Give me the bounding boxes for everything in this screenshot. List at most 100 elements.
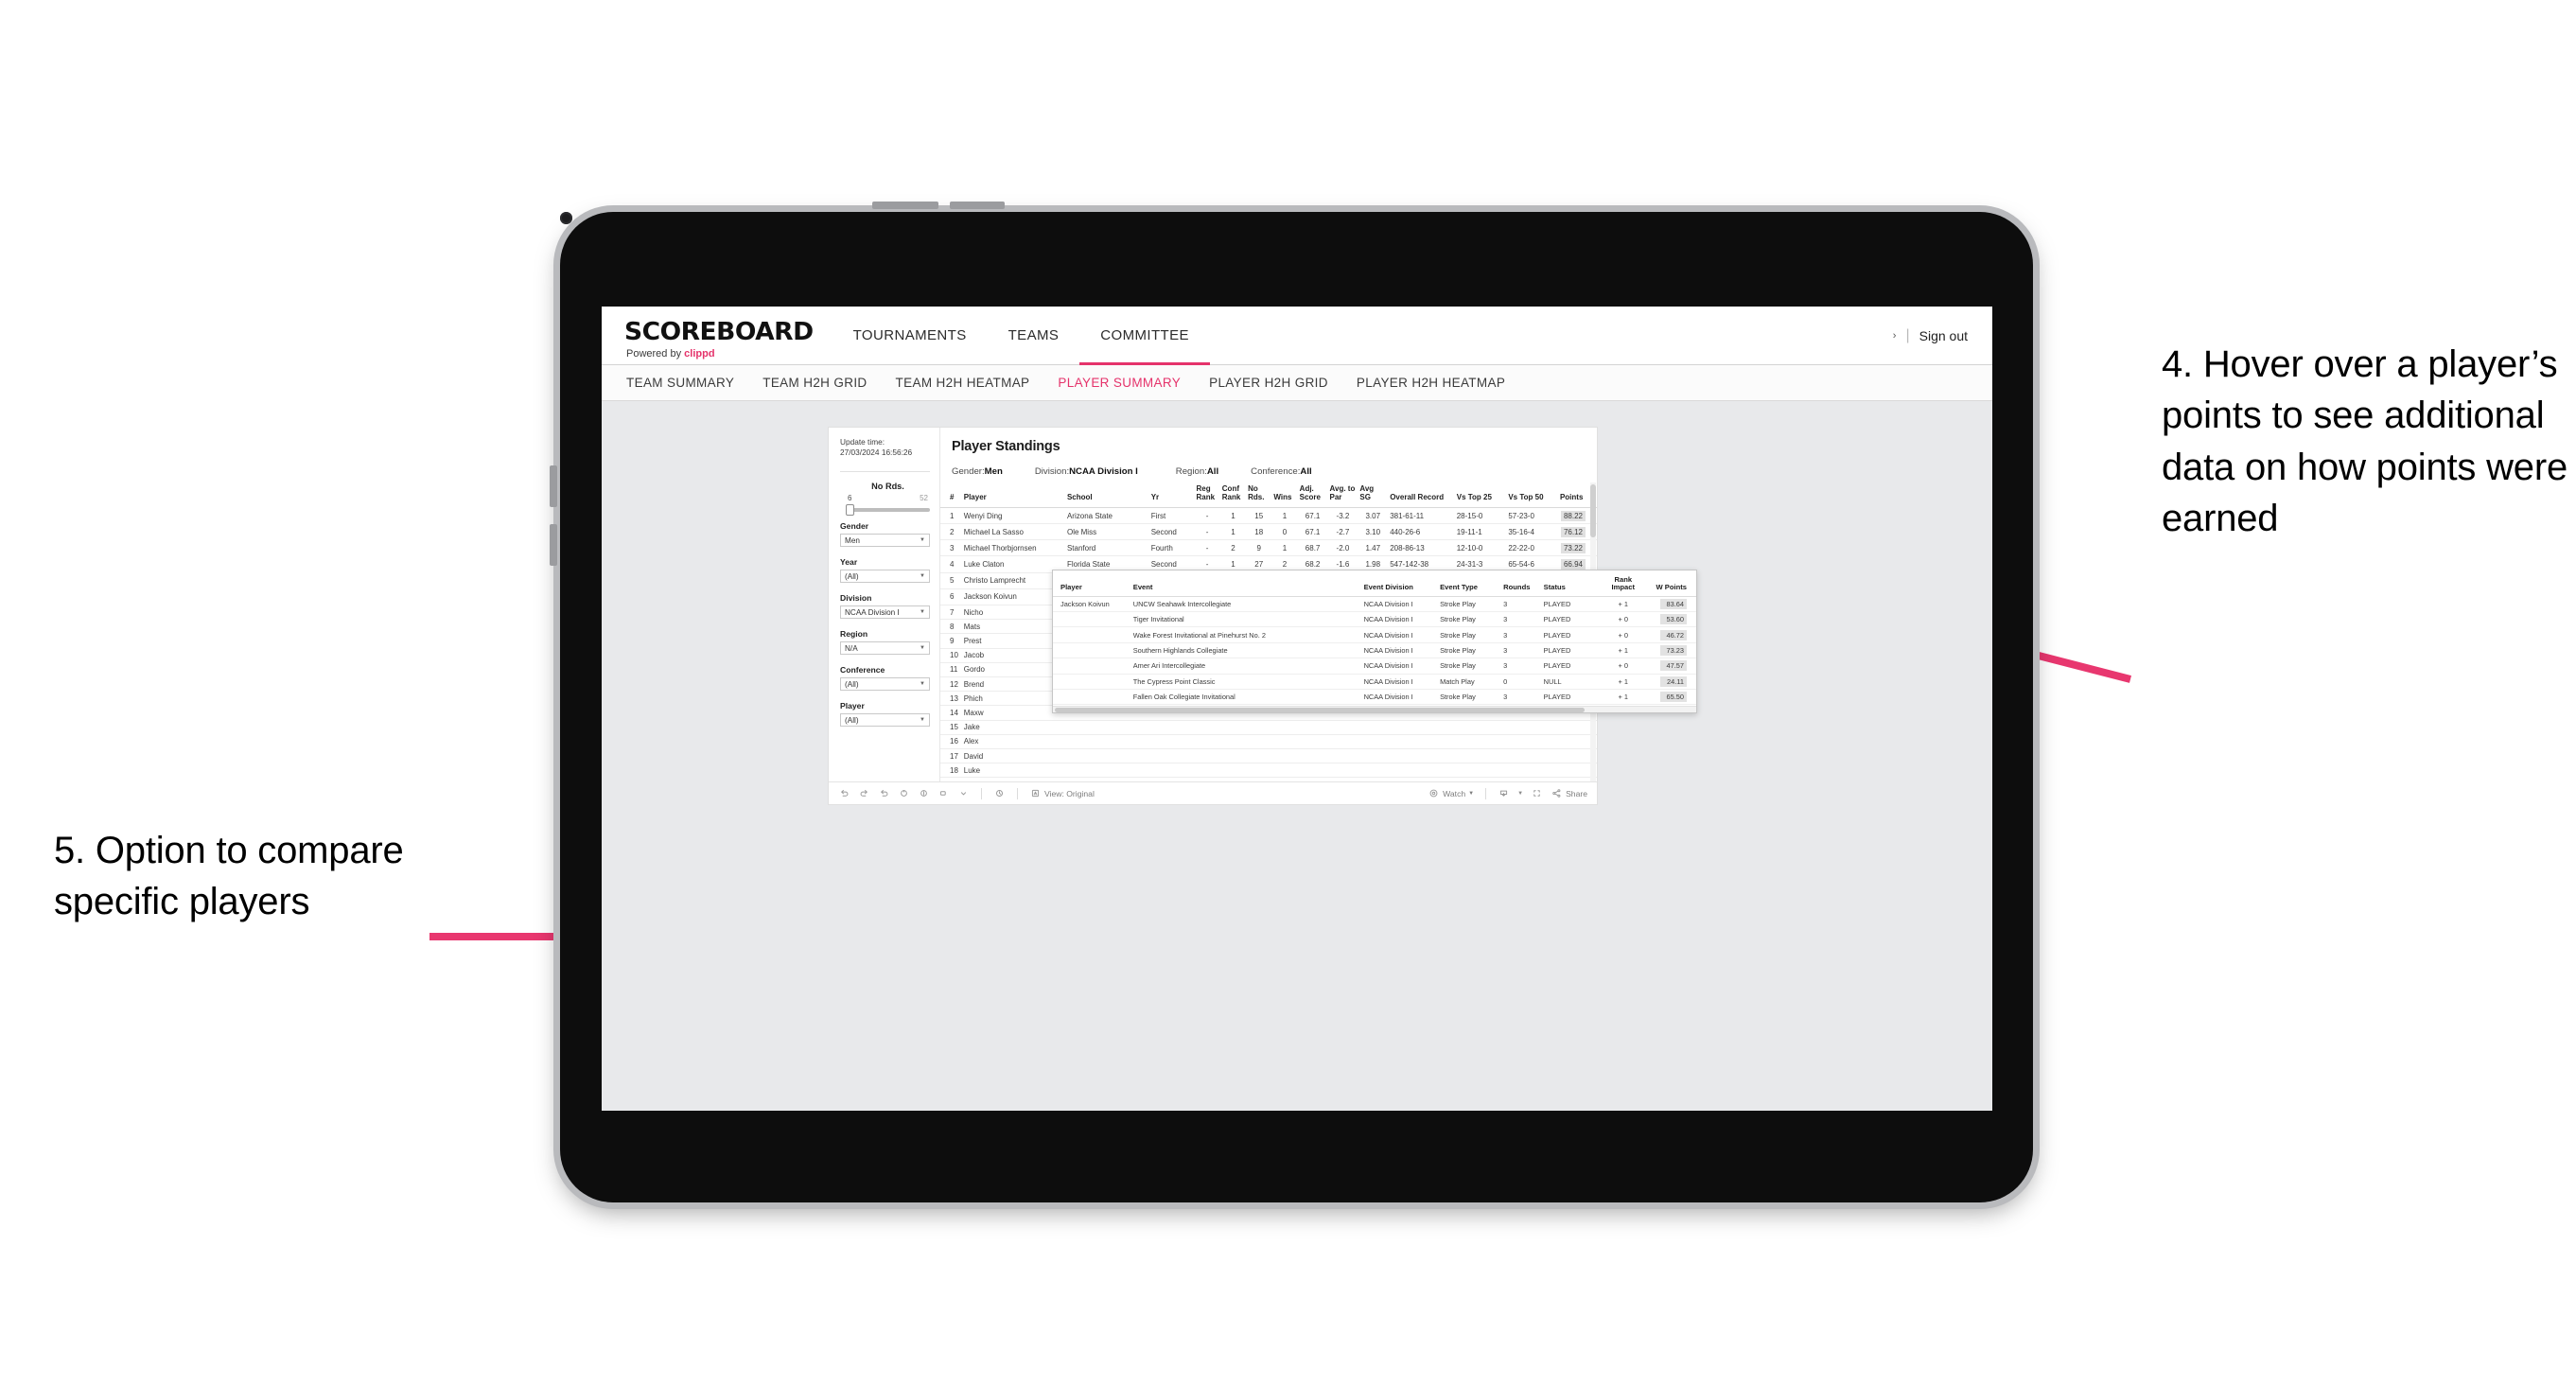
fullscreen-icon[interactable] (1531, 787, 1543, 799)
col-school[interactable]: School (1064, 482, 1149, 508)
points-value[interactable]: 73.22 (1560, 542, 1586, 553)
col-avg-to-par[interactable]: Avg. to Par (1327, 482, 1358, 508)
col-vs-top-50[interactable]: Vs Top 50 (1506, 482, 1558, 508)
tt-col-status: Status (1541, 570, 1602, 597)
tt-cell-div: NCAA Division I (1361, 689, 1439, 706)
col-conf-rank[interactable]: Conf Rank (1219, 482, 1247, 508)
col-rank[interactable]: # (940, 482, 962, 508)
filter-year[interactable]: Year (All) ▼ (840, 557, 930, 584)
cell-player: Nicho (961, 605, 1065, 621)
chevron-down-icon[interactable] (957, 787, 970, 799)
col-reg-rank[interactable]: Reg Rank (1194, 482, 1220, 508)
chevron-right-icon[interactable]: › (1893, 330, 1897, 342)
watch-label: Watch (1443, 788, 1466, 798)
tab-team-h2h-heatmap[interactable]: TEAM H2H HEATMAP (896, 376, 1030, 390)
cell-rds (1246, 777, 1272, 781)
cell-reg: - (1194, 507, 1220, 525)
chevron-down-icon[interactable]: ▼ (1517, 791, 1523, 797)
view-original-label: View: Original (1044, 788, 1095, 798)
cell-t25 (1454, 748, 1507, 764)
view-original-button[interactable]: View: Original (1029, 787, 1095, 799)
filter-region-select[interactable]: N/A ▼ (840, 641, 930, 656)
filter-conference[interactable]: Conference (All) ▼ (840, 665, 930, 692)
watch-button[interactable]: Watch ▼ (1428, 787, 1474, 799)
volume-button-top[interactable] (950, 202, 1005, 209)
tab-player-summary[interactable]: PLAYER SUMMARY (1058, 376, 1181, 390)
nav-committee[interactable]: COMMITTEE (1079, 307, 1210, 365)
tt-cell-player (1053, 642, 1131, 659)
slider-handle[interactable] (846, 504, 854, 517)
col-player[interactable]: Player (961, 482, 1065, 508)
col-adj-score[interactable]: Adj. Score (1297, 482, 1328, 508)
share-button[interactable]: Share (1551, 787, 1587, 799)
table-row[interactable]: 18 Luke (940, 763, 1597, 779)
tt-cell-impact: + 1 (1601, 674, 1646, 690)
tt-cell-event: Wake Forest Invitational at Pinehurst No… (1130, 626, 1362, 643)
download-icon[interactable] (1498, 787, 1510, 799)
filter-division[interactable]: Division NCAA Division I ▼ (840, 593, 930, 620)
slide-canvas: 4. Hover over a player’s points to see a… (0, 0, 2576, 1386)
tooltip-horizontal-scrollbar[interactable] (1053, 706, 1696, 712)
col-wins[interactable]: Wins (1271, 482, 1298, 508)
tab-player-h2h-heatmap[interactable]: PLAYER H2H HEATMAP (1357, 376, 1505, 390)
cell-t25 (1454, 763, 1507, 779)
tab-team-summary[interactable]: TEAM SUMMARY (626, 376, 734, 390)
table-row[interactable]: 3 Michael Thorbjornsen Stanford Fourth -2 9 1 6… (940, 539, 1597, 557)
revert-icon[interactable] (878, 787, 890, 799)
refresh-icon[interactable] (898, 787, 910, 799)
scrollbar-thumb[interactable] (1055, 708, 1585, 712)
no-rounds-slider[interactable]: No Rds. 6 52 (840, 482, 930, 517)
points-value[interactable]: 76.12 (1560, 526, 1586, 537)
table-row[interactable]: 1 Wenyi Ding Arizona State First -1 15 1 67.1 -3… (940, 507, 1597, 525)
filter-player-label: Player (840, 701, 865, 711)
undo-icon[interactable] (838, 787, 850, 799)
pause-updates-icon[interactable] (918, 787, 930, 799)
cell-adj (1297, 734, 1328, 749)
cell-wins (1271, 734, 1298, 749)
redo-icon[interactable] (858, 787, 870, 799)
cell-yr (1148, 748, 1195, 764)
cell-t25 (1454, 734, 1507, 749)
sign-out-link[interactable]: Sign out (1919, 328, 1968, 343)
points-value[interactable]: 88.22 (1560, 510, 1586, 521)
brand-logo[interactable]: SCOREBOARD Powered by clippd (602, 307, 832, 364)
filter-region[interactable]: Region N/A ▼ (840, 629, 930, 656)
volume-down-button[interactable] (550, 524, 557, 566)
filter-player-select[interactable]: (All) ▼ (840, 713, 930, 728)
filter-conference-select[interactable]: (All) ▼ (840, 677, 930, 692)
table-row[interactable]: 16 Alex (940, 734, 1597, 749)
table-row[interactable]: 2 Michael La Sasso Ole Miss Second -1 18 0 67.1… (940, 523, 1597, 541)
tt-cell-player (1053, 689, 1131, 706)
power-button[interactable] (872, 202, 938, 209)
table-row[interactable]: 17 David (940, 748, 1597, 764)
table-row[interactable]: 19Tiger (940, 777, 1597, 781)
filter-player[interactable]: Player (All) ▼ (840, 701, 930, 728)
col-vs-top-25[interactable]: Vs Top 25 (1454, 482, 1507, 508)
pause-auto-updates-icon[interactable] (993, 787, 1006, 799)
undo-arrow-icon[interactable] (938, 787, 950, 799)
no-rounds-range: 6 52 (846, 494, 930, 502)
tooltip-row: Tiger Invitational NCAA Division I Stroke … (1053, 611, 1696, 628)
scrollbar-thumb[interactable] (1590, 484, 1596, 537)
tt-cell-player: Jackson Koivun (1053, 596, 1131, 613)
filter-year-select[interactable]: (All) ▼ (840, 570, 930, 584)
volume-up-button[interactable] (550, 465, 557, 507)
tt-cell-status: PLAYED (1541, 642, 1602, 659)
points-value[interactable]: 66.94 (1560, 559, 1586, 570)
col-avg-sg[interactable]: Avg SG (1358, 482, 1389, 508)
filter-division-select[interactable]: NCAA Division I ▼ (840, 605, 930, 620)
tab-team-h2h-grid[interactable]: TEAM H2H GRID (762, 376, 867, 390)
tt-cell-player (1053, 626, 1131, 643)
filter-gender-select[interactable]: Men ▼ (840, 534, 930, 548)
table-row[interactable]: 15 Jake (940, 720, 1597, 735)
col-yr[interactable]: Yr (1148, 482, 1195, 508)
filter-gender[interactable]: Gender Men ▼ (840, 521, 930, 548)
tab-player-h2h-grid[interactable]: PLAYER H2H GRID (1209, 376, 1328, 390)
nav-tournaments[interactable]: TOURNAMENTS (832, 307, 988, 364)
slider-track[interactable] (846, 504, 930, 517)
col-overall[interactable]: Overall Record (1388, 482, 1455, 508)
nav-teams[interactable]: TEAMS (988, 307, 1080, 364)
col-no-rds[interactable]: No Rds. (1246, 482, 1272, 508)
tt-cell-div: NCAA Division I (1361, 674, 1439, 690)
share-label: Share (1566, 788, 1587, 798)
